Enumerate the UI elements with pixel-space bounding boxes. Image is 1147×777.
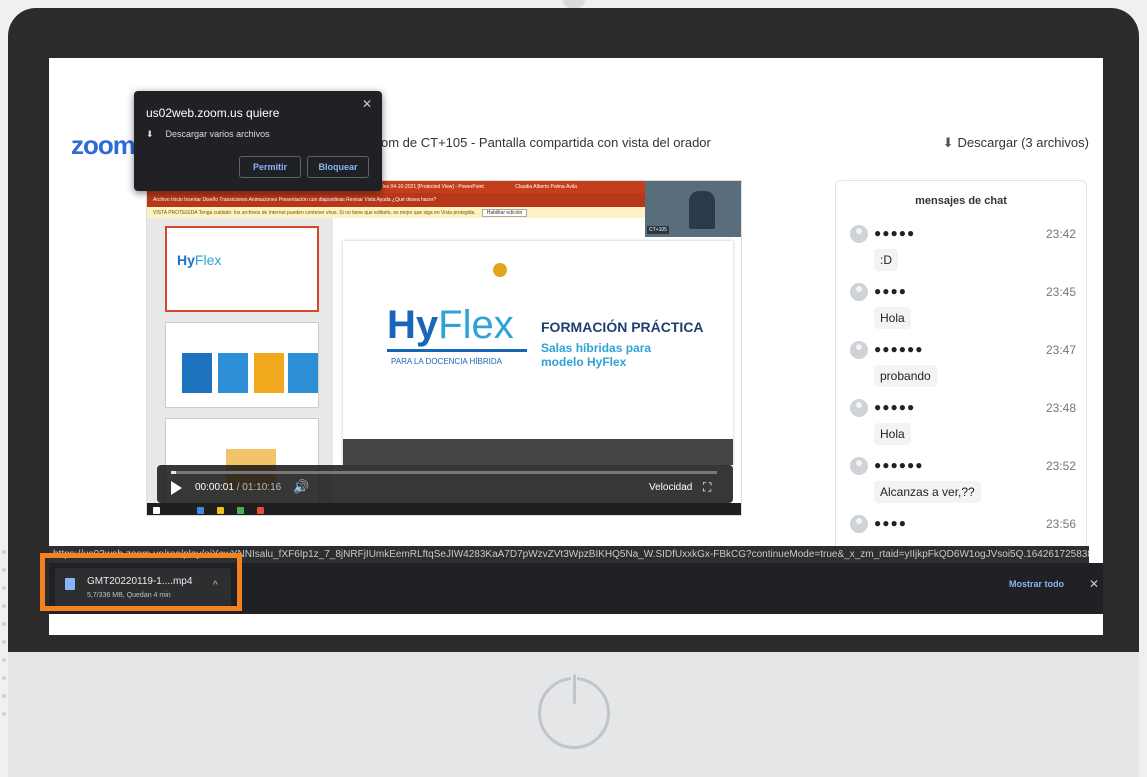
slide-brand: HyFlex [387,303,514,348]
chat-sender: ●●●●●● [874,458,924,472]
taskbar-app-icon [257,507,264,514]
chat-panel: mensajes de chat ●●●●● 23:42 :D ●●●● 23:… [835,180,1087,570]
chat-sender: ●●●● [874,284,907,298]
avatar [850,457,868,475]
download-all-link[interactable]: ⬇ Descargar (3 archivos) [943,135,1089,151]
slide-brand-main: Hy [387,303,439,347]
chat-text: probando [874,365,937,387]
thumb-block [218,353,248,393]
avatar [850,225,868,243]
slide-brand-accent: Flex [438,303,514,347]
slide-text: Salas híbridas para modelo HyFlex [541,341,652,369]
chat-time: 23:56 [1045,517,1076,531]
popup-message: Descargar varios archivos [165,129,270,139]
volume-icon[interactable]: 🔊 [293,479,309,495]
zoom-logo: zoom [71,130,136,160]
time-display: 00:00:01 / 01:10:16 [195,482,282,493]
popup-message-row: ⬇ Descargar varios archivos [146,129,270,140]
chat-sender: ●●●●● [874,226,916,240]
device-camera [563,0,585,8]
chat-sender: ●●●● [874,516,907,530]
chat-text: Hola [874,423,911,445]
progress-bar[interactable] [171,471,717,474]
avatar [850,515,868,533]
download-icon: ⬇ [146,129,154,139]
slide-underline [387,349,527,352]
slide-heading: FORMACIÓN PRÁCTICA [541,319,704,335]
recording-title: om de CT+105 - Pantalla compartida con v… [381,135,711,150]
taskbar-app-icon [197,507,204,514]
close-shelf-icon[interactable]: ✕ [1089,577,1099,591]
speaker-figure [689,191,715,229]
taskbar-app-icon [237,507,244,514]
chat-time: 23:47 [1045,343,1076,357]
main-slide: HyFlex PARA LA DOCENCIA HÍBRIDA FORMACIÓ… [343,241,733,465]
ppt-protected-text: VISTA PROTEGIDA Tenga cuidado: los archi… [153,210,476,216]
camera-tag: CT+105 [647,226,669,234]
download-all-label: Descargar (3 archivos) [957,135,1090,150]
slide-thumb-2 [165,322,319,408]
chat-sender: ●●●●●● [874,342,924,356]
video-player[interactable]: Presentación HyFlex 04-10-2021 [Protecte… [146,180,742,516]
thumb-brand-main: Hy [177,252,195,268]
thumb-block [288,353,318,393]
close-icon[interactable]: ✕ [362,97,372,111]
show-all-button[interactable]: Mostrar todo [1009,579,1064,589]
chat-title: mensajes de chat [915,195,1007,207]
ppt-enable-editing-button: Habilitar edición [481,209,528,217]
time-current: 00:00:01 [195,482,234,493]
avatar [850,341,868,359]
highlight-box [40,553,242,611]
download-arrow-icon: ⬇ [942,135,954,150]
download-permission-popup: us02web.zoom.us quiere ✕ ⬇ Descargar vari… [134,91,382,191]
popup-title: us02web.zoom.us quiere [146,106,280,120]
avatar [850,283,868,301]
ppt-user: Claudia Alberto Palma Ávila [515,184,577,190]
chat-text: Hola [874,307,911,329]
chat-time: 23:45 [1045,285,1076,299]
chat-time: 23:42 [1045,227,1076,241]
taskbar-app-icon [217,507,224,514]
video-controls: 00:00:01 / 01:10:16 🔊 Velocidad ⛶ [157,465,733,503]
slide-subtitle: PARA LA DOCENCIA HÍBRIDA [391,357,502,366]
thumb-block [254,353,284,393]
windows-taskbar [147,503,741,515]
university-logo-icon [493,263,507,277]
time-total: 01:10:16 [242,482,282,493]
play-icon[interactable] [171,481,182,495]
chat-text: :D [874,249,898,271]
chat-text: Alcanzas a ver,?? [874,481,981,503]
chat-sender: ●●●●● [874,400,916,414]
thumb-block [182,353,212,393]
thumb-brand-accent: Flex [194,252,222,268]
start-icon [153,507,160,514]
progress-fill [171,471,177,474]
thumb-brand: HyFlex [177,252,221,268]
avatar [850,399,868,417]
slide-footer-bar [343,439,733,465]
chat-time: 23:52 [1045,459,1076,473]
power-icon [538,672,610,749]
speed-button[interactable]: Velocidad [649,482,692,493]
chat-time: 23:48 [1045,401,1076,415]
slide-thumb-1: HyFlex [165,226,319,312]
decorative-dots [2,550,8,770]
block-button[interactable]: Bloquear [307,156,369,178]
speaker-camera-view: CT+105 [645,181,741,237]
allow-button[interactable]: Permitir [239,156,301,178]
fullscreen-icon[interactable]: ⛶ [703,480,711,495]
